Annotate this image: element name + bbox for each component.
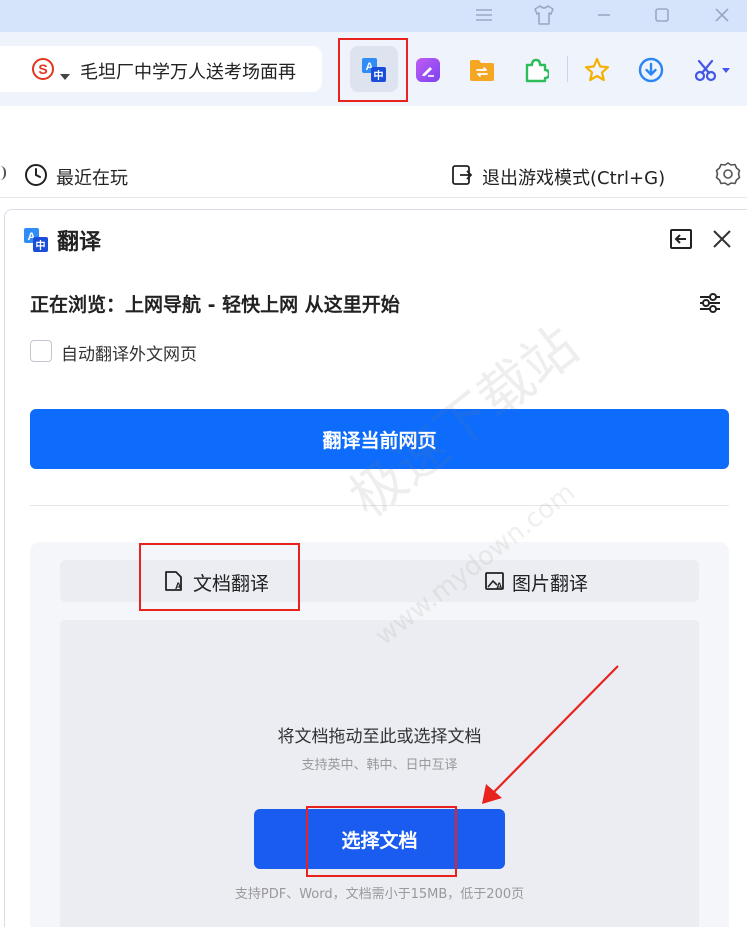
note-extension-button[interactable]	[410, 52, 446, 88]
file-sync-extension-button[interactable]	[464, 52, 500, 88]
auto-translate-label[interactable]: 自动翻译外文网页	[61, 340, 197, 365]
plugin-extension-button[interactable]	[518, 52, 554, 88]
gear-icon	[715, 162, 741, 186]
star-icon	[584, 57, 610, 82]
minimize-icon	[598, 14, 610, 16]
toolbar-divider	[567, 56, 568, 82]
download-button[interactable]	[633, 52, 669, 88]
annotation-box-doc-tab	[139, 543, 300, 611]
folder-sync-icon	[470, 60, 494, 81]
screenshot-button[interactable]	[690, 52, 734, 88]
minimize-button[interactable]	[574, 0, 634, 30]
search-engine-selector[interactable]: S	[32, 58, 54, 80]
annotation-box-translate-ext	[338, 38, 408, 102]
close-icon	[713, 230, 731, 248]
clock-icon	[24, 163, 48, 191]
sogou-icon: S	[32, 58, 54, 80]
sliders-icon	[700, 293, 720, 313]
skin-button[interactable]	[514, 0, 574, 30]
maximize-button[interactable]	[632, 0, 692, 30]
dock-panel-button[interactable]	[669, 228, 693, 254]
favorites-button[interactable]	[579, 52, 615, 88]
recent-games-link[interactable]: 最近在玩	[56, 164, 128, 190]
svg-text:S: S	[38, 61, 47, 77]
tab-image-label[interactable]: 图片翻译	[512, 569, 588, 596]
scissors-icon	[694, 59, 730, 82]
settings-button[interactable]	[715, 161, 741, 191]
annotation-box-select-button	[306, 806, 457, 877]
translate-settings-button[interactable]	[698, 291, 722, 319]
dock-left-icon	[670, 229, 692, 249]
shirt-icon	[534, 5, 554, 25]
browsing-status: 正在浏览：上网导航 - 轻快上网 从这里开始	[30, 294, 400, 316]
svg-text:中: 中	[36, 239, 46, 252]
annotation-arrow	[482, 665, 619, 804]
address-text[interactable]: 毛坦厂中学万人送考场面再	[80, 58, 312, 84]
panel-translate-icon: A 中	[23, 227, 49, 257]
auto-translate-checkbox[interactable]	[30, 340, 52, 362]
chevron-down-icon[interactable]	[60, 66, 70, 85]
close-icon	[715, 8, 729, 22]
hamburger-icon	[476, 9, 492, 21]
download-icon	[638, 57, 664, 83]
close-window-button[interactable]	[692, 0, 747, 30]
panel-title: 翻译	[57, 230, 102, 255]
puzzle-icon	[525, 58, 549, 83]
close-panel-button[interactable]	[712, 229, 732, 253]
maximize-icon	[655, 8, 669, 22]
svg-text:A: A	[496, 581, 503, 591]
file-limits-note: 支持PDF、Word，文档需小于15MB，低于200页	[234, 887, 525, 902]
menu-button[interactable]	[454, 0, 514, 30]
exit-icon	[451, 164, 473, 190]
exit-game-mode-link[interactable]: 退出游戏模式(Ctrl+G)	[482, 164, 665, 190]
edit-note-icon	[416, 58, 440, 82]
